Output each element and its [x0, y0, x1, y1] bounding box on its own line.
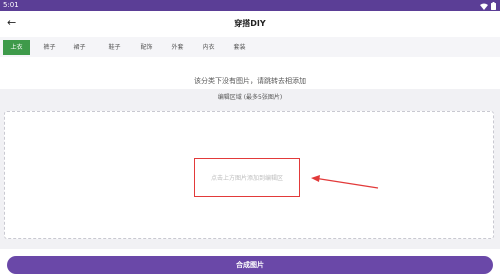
wifi-icon — [480, 3, 488, 10]
edit-area-label: 编辑区域 (最多5张图片) — [217, 94, 283, 101]
merge-images-button[interactable]: 合成图片 — [7, 256, 493, 274]
image-list-area: 该分类下没有图片，请跳转去相添加 — [0, 57, 500, 89]
tab-sets[interactable]: 套装 — [226, 40, 253, 55]
tab-skirts[interactable]: 裙子 — [66, 40, 93, 55]
status-time: 5:01 — [3, 1, 19, 9]
tab-underwear[interactable]: 内衣 — [195, 40, 222, 55]
app-bar: ← 穿搭DIY — [0, 11, 500, 37]
page-title: 穿搭DIY — [234, 19, 266, 28]
status-icons — [480, 2, 496, 10]
empty-category-hint: 该分类下没有图片，请跳转去相添加 — [194, 77, 306, 85]
battery-icon — [491, 2, 496, 10]
tab-tops[interactable]: 上衣 — [3, 40, 30, 55]
status-bar: 5:01 — [0, 0, 500, 11]
tab-pants[interactable]: 裤子 — [36, 40, 63, 55]
category-tabs: 上衣 裤子 裙子 鞋子 配饰 外套 内衣 套装 — [0, 37, 500, 58]
tab-shoes[interactable]: 鞋子 — [101, 40, 128, 55]
placeholder-text: 点击上方图片添加到编辑区 — [210, 175, 283, 182]
tab-outerwear[interactable]: 外套 — [164, 40, 191, 55]
tab-accessories[interactable]: 配饰 — [133, 40, 160, 55]
edit-area-placeholder: 点击上方图片添加到编辑区 — [194, 158, 300, 197]
